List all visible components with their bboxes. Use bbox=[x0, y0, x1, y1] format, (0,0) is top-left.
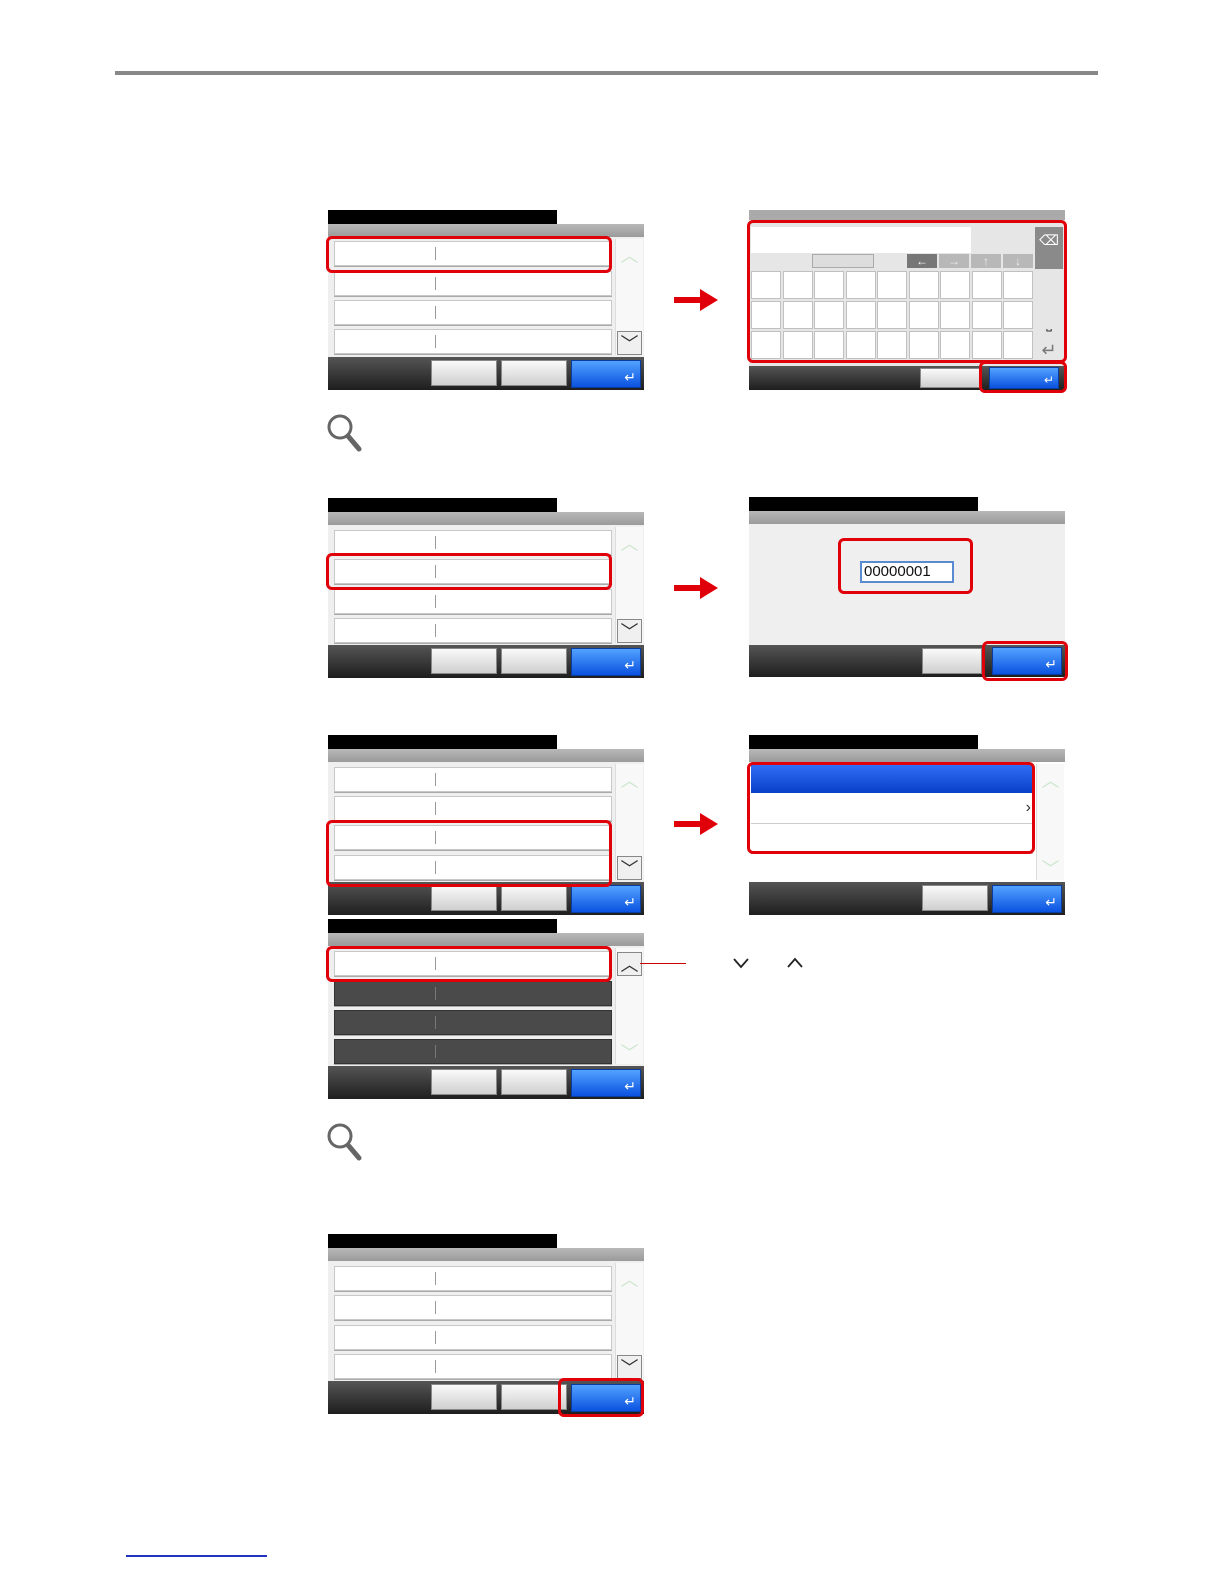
scroll-up-icon[interactable]: ︿ bbox=[617, 1267, 642, 1291]
scrollbar[interactable]: ︿ ﹀ bbox=[615, 948, 643, 1064]
list-row[interactable] bbox=[334, 1266, 612, 1291]
footer-button[interactable] bbox=[431, 1069, 497, 1095]
footer-button[interactable] bbox=[501, 648, 567, 674]
panel-header-bar bbox=[328, 749, 644, 762]
settings-list-panel: ︿ ﹀ ↵ bbox=[326, 735, 644, 915]
footer-button[interactable] bbox=[431, 360, 497, 386]
list-row[interactable] bbox=[334, 767, 612, 792]
panel-header-bar bbox=[749, 749, 1065, 762]
list-row[interactable] bbox=[334, 589, 612, 614]
panel-footer: ↵ bbox=[328, 357, 644, 390]
ok-button[interactable]: ↵ bbox=[571, 885, 641, 913]
ok-button[interactable]: ↵ bbox=[571, 360, 641, 388]
panel-title-bar bbox=[328, 919, 557, 933]
panel-title-bar bbox=[749, 497, 978, 511]
red-arrow-icon bbox=[674, 577, 718, 599]
settings-list-panel: ︿ ﹀ ↵ bbox=[328, 1234, 644, 1417]
highlight-box bbox=[326, 553, 612, 590]
panel-title-bar bbox=[328, 735, 557, 749]
panel-body: ︿ ﹀ bbox=[328, 1261, 644, 1381]
keyboard-top-bar bbox=[749, 210, 1065, 220]
numeric-entry-panel: 00000001 ↵ bbox=[749, 497, 1068, 681]
highlight-box bbox=[558, 1378, 644, 1417]
highlight-box bbox=[326, 946, 612, 982]
footer-button[interactable] bbox=[501, 360, 567, 386]
list-row[interactable] bbox=[334, 329, 612, 354]
scrollbar[interactable]: ︿ ﹀ bbox=[615, 527, 643, 643]
list-row[interactable] bbox=[334, 530, 612, 555]
settings-list-panel: ︿ ﹀ ↵ bbox=[326, 498, 644, 678]
scroll-up-icon[interactable]: ︿ bbox=[617, 768, 642, 792]
scroll-up-icon[interactable]: ︿ bbox=[617, 952, 642, 976]
highlight-box bbox=[326, 820, 612, 887]
scroll-down-icon[interactable]: ﹀ bbox=[1038, 856, 1063, 880]
panel-title-bar bbox=[749, 735, 978, 749]
list-row-disabled bbox=[334, 1039, 612, 1064]
footer-button[interactable] bbox=[501, 1069, 567, 1095]
settings-list-panel: ︿ ﹀ ↵ bbox=[326, 919, 644, 1099]
chevron-down-icon bbox=[733, 958, 749, 969]
highlight-box bbox=[982, 641, 1068, 681]
panel-footer: ↵ bbox=[328, 1066, 644, 1099]
magnifier-icon bbox=[327, 414, 362, 452]
list-row[interactable] bbox=[334, 271, 612, 296]
settings-list-panel: ︿ ﹀ ↵ bbox=[326, 210, 644, 390]
ok-button[interactable]: ↵ bbox=[571, 1069, 641, 1097]
panel-footer: ↵ bbox=[328, 645, 644, 678]
ok-button[interactable]: ↵ bbox=[992, 885, 1062, 913]
panel-footer: ↵ bbox=[749, 882, 1065, 915]
chevron-up-icon bbox=[787, 957, 803, 968]
red-arrow-icon bbox=[674, 289, 718, 311]
header-rule bbox=[115, 71, 1098, 75]
panel-title-bar bbox=[328, 1234, 557, 1248]
scroll-down-icon[interactable]: ﹀ bbox=[617, 1040, 642, 1064]
scrollbar[interactable]: ︿ ﹀ bbox=[615, 764, 643, 880]
cancel-button[interactable] bbox=[922, 648, 982, 674]
scroll-down-icon[interactable]: ﹀ bbox=[617, 1355, 642, 1379]
panel-title-bar bbox=[328, 210, 557, 224]
highlight-box bbox=[747, 220, 1067, 363]
footer-button[interactable] bbox=[501, 885, 567, 911]
footer-button[interactable] bbox=[431, 885, 497, 911]
panel-header-bar bbox=[328, 933, 644, 946]
scrollbar[interactable]: ︿ ﹀ bbox=[615, 239, 643, 355]
list-row[interactable] bbox=[334, 796, 612, 821]
scroll-down-icon[interactable]: ﹀ bbox=[617, 619, 642, 643]
highlight-box bbox=[838, 538, 973, 594]
scroll-down-icon[interactable]: ﹀ bbox=[617, 331, 642, 355]
panel-header-bar bbox=[328, 1248, 644, 1261]
magnifier-icon bbox=[327, 1123, 362, 1161]
scroll-up-icon[interactable]: ︿ bbox=[617, 243, 642, 267]
scroll-up-icon[interactable]: ︿ bbox=[617, 531, 642, 555]
highlight-box bbox=[326, 236, 612, 273]
keyboard-panel: ⌫ ← → ↑ ↓ ⎵ ↵ ↵ bbox=[747, 210, 1067, 393]
scroll-up-icon[interactable]: ︿ bbox=[1038, 768, 1063, 792]
scrollbar[interactable]: ︿ ﹀ bbox=[615, 1263, 643, 1379]
panel-header-bar bbox=[328, 512, 644, 525]
list-row[interactable] bbox=[334, 1354, 612, 1379]
option-list-panel: › ︿ ﹀ ↵ bbox=[747, 735, 1065, 915]
footer-link-underline[interactable] bbox=[126, 1555, 267, 1557]
list-row[interactable] bbox=[334, 1325, 612, 1350]
scrollbar[interactable]: ︿ ﹀ bbox=[1036, 764, 1064, 880]
ok-button[interactable]: ↵ bbox=[571, 648, 641, 676]
footer-button[interactable] bbox=[431, 1384, 497, 1410]
list-row[interactable] bbox=[334, 618, 612, 643]
highlight-box bbox=[979, 361, 1067, 393]
red-arrow-icon bbox=[674, 813, 718, 835]
callout-line bbox=[640, 963, 686, 964]
list-row[interactable] bbox=[334, 1295, 612, 1320]
highlight-box bbox=[747, 762, 1035, 854]
scroll-down-icon[interactable]: ﹀ bbox=[617, 856, 642, 880]
cancel-button[interactable] bbox=[922, 885, 988, 911]
list-row-disabled bbox=[334, 981, 612, 1006]
cancel-button[interactable] bbox=[920, 368, 980, 388]
list-row[interactable] bbox=[334, 300, 612, 325]
list-row-disabled bbox=[334, 1010, 612, 1035]
footer-button[interactable] bbox=[431, 648, 497, 674]
panel-header-bar bbox=[749, 511, 1065, 524]
panel-title-bar bbox=[328, 498, 557, 512]
